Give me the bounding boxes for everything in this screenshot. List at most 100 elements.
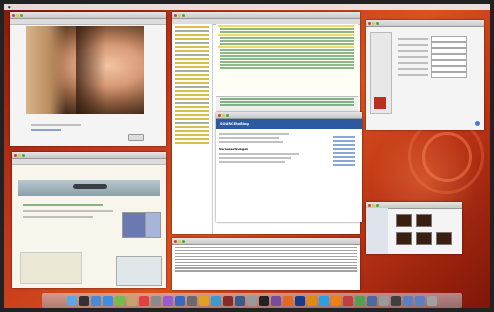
zoom-button[interactable]: [182, 239, 185, 243]
imovie-icon[interactable]: [187, 296, 197, 306]
activity-monitor-icon[interactable]: [391, 296, 401, 306]
illustrator-icon[interactable]: [307, 296, 317, 306]
menu-bar: ●: [4, 4, 490, 10]
image-thumbnail[interactable]: [416, 214, 432, 227]
pref-row: [398, 71, 476, 78]
blog-title[interactable]: SOURCEtoBlog: [216, 119, 362, 129]
iweb-icon[interactable]: [211, 296, 221, 306]
terminal-line: [175, 249, 357, 251]
text-line: [219, 153, 299, 155]
documents-folder-icon[interactable]: [403, 296, 413, 306]
ok-button[interactable]: [128, 134, 144, 141]
minimize-button[interactable]: [222, 113, 225, 117]
trash-icon[interactable]: [427, 296, 437, 306]
finder-sidebar[interactable]: [366, 208, 388, 254]
xcode-icon[interactable]: [367, 296, 377, 306]
pref-field[interactable]: [431, 71, 467, 78]
sidebar-box: [20, 252, 82, 284]
minimize-button[interactable]: [372, 21, 375, 25]
airplane-icon: [73, 184, 107, 189]
header-image: [18, 180, 160, 196]
close-button[interactable]: [174, 13, 177, 17]
address-book-icon[interactable]: [127, 296, 137, 306]
mail-icon[interactable]: [91, 296, 101, 306]
zoom-button[interactable]: [20, 13, 23, 17]
preview-icon[interactable]: [151, 296, 161, 306]
help-icon[interactable]: [475, 121, 480, 126]
textmate-icon[interactable]: [271, 296, 281, 306]
web-browser-window[interactable]: [12, 152, 166, 288]
photo-viewer-window[interactable]: [10, 12, 166, 146]
garageband-icon[interactable]: [199, 296, 209, 306]
finder-icon[interactable]: [67, 296, 77, 306]
text-line: [219, 157, 291, 159]
image-thumbnail[interactable]: [396, 232, 412, 245]
minimize-button[interactable]: [372, 203, 375, 207]
ichat-icon[interactable]: [115, 296, 125, 306]
idvd-icon[interactable]: [223, 296, 233, 306]
title-bar[interactable]: [172, 238, 360, 245]
close-button[interactable]: [14, 153, 17, 157]
transmit-icon[interactable]: [343, 296, 353, 306]
photoshop-icon[interactable]: [295, 296, 305, 306]
pref-sidebar[interactable]: [370, 32, 392, 114]
dashboard-icon[interactable]: [79, 296, 89, 306]
coda-icon[interactable]: [355, 296, 365, 306]
terminal-line: [175, 246, 357, 248]
photo-shadow: [76, 26, 106, 114]
link-line: [31, 129, 61, 131]
terminal-line: [175, 255, 357, 257]
close-button[interactable]: [368, 21, 371, 25]
blog-browser-window[interactable]: SOURCEtoBlog Voraussetzungen: [216, 112, 362, 222]
title-bar[interactable]: [10, 12, 166, 19]
caption-line: [31, 124, 81, 126]
pref-row: [398, 41, 476, 48]
terminal-window[interactable]: [172, 238, 360, 290]
iphoto-icon[interactable]: [175, 296, 185, 306]
image-thumbnail[interactable]: [396, 214, 412, 227]
skype-icon[interactable]: [319, 296, 329, 306]
system-preferences-icon[interactable]: [247, 296, 257, 306]
finder-window[interactable]: [366, 202, 462, 254]
pref-row: [398, 35, 476, 42]
close-button[interactable]: [368, 203, 371, 207]
minimize-button[interactable]: [16, 13, 19, 17]
automator-icon[interactable]: [379, 296, 389, 306]
zoom-button[interactable]: [22, 153, 25, 157]
zoom-button[interactable]: [182, 13, 185, 17]
apple-menu-icon[interactable]: ●: [8, 5, 11, 9]
title-bar[interactable]: [172, 12, 360, 19]
minimize-button[interactable]: [178, 13, 181, 17]
text-line: [219, 133, 289, 135]
zoom-button[interactable]: [226, 113, 229, 117]
zoom-button[interactable]: [376, 21, 379, 25]
title-bar[interactable]: [216, 112, 362, 119]
zoom-button[interactable]: [376, 203, 379, 207]
preferences-window[interactable]: [366, 20, 484, 130]
close-button[interactable]: [174, 239, 177, 243]
image-thumbnail[interactable]: [416, 232, 432, 245]
blog-header: SOURCEtoBlog: [216, 119, 362, 129]
downloads-folder-icon[interactable]: [415, 296, 425, 306]
project-tree[interactable]: [172, 24, 213, 234]
terminal-line: [175, 270, 357, 272]
close-button[interactable]: [12, 13, 15, 17]
firefox-icon[interactable]: [283, 296, 293, 306]
pref-row: [398, 47, 476, 54]
minimize-button[interactable]: [178, 239, 181, 243]
terminal-line: [175, 252, 357, 254]
close-button[interactable]: [218, 113, 221, 117]
desktop: ● SOURCEtoBlog Voraussetzungen: [4, 4, 490, 308]
text-line: [23, 210, 113, 212]
code-area[interactable]: [216, 24, 358, 94]
itunes-icon[interactable]: [163, 296, 173, 306]
title-bar[interactable]: [366, 20, 484, 27]
safari-icon[interactable]: [103, 296, 113, 306]
title-bar[interactable]: [12, 152, 166, 159]
ical-icon[interactable]: [139, 296, 149, 306]
image-thumbnail[interactable]: [436, 232, 452, 245]
time-machine-icon[interactable]: [235, 296, 245, 306]
vlc-icon[interactable]: [331, 296, 341, 306]
terminal-icon[interactable]: [259, 296, 269, 306]
minimize-button[interactable]: [18, 153, 21, 157]
